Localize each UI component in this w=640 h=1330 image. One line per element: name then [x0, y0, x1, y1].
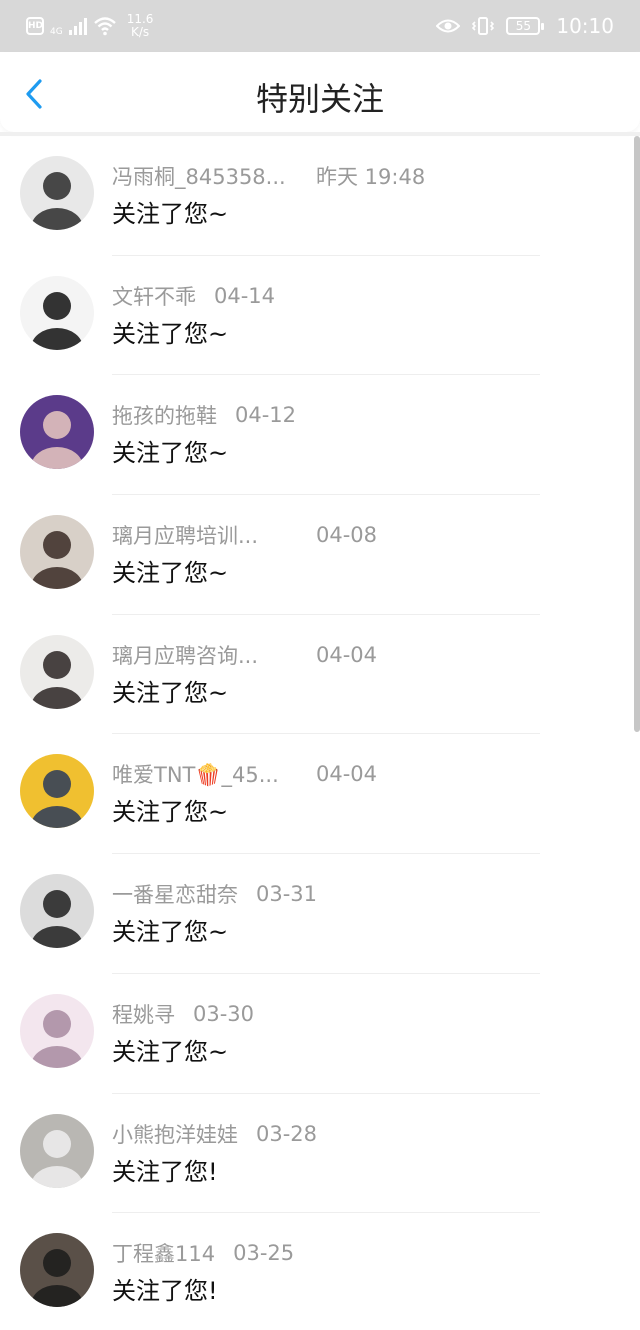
follow-message: 关注了您~ — [112, 678, 229, 707]
item-meta: 璃月应聘培训... 04-08 — [112, 521, 377, 549]
user-name[interactable]: 璃月应聘培训... — [112, 520, 298, 550]
item-meta: 璃月应聘咨询... 04-04 — [112, 641, 377, 669]
avatar[interactable] — [20, 275, 94, 350]
user-name[interactable]: 丁程鑫114 — [112, 1238, 215, 1268]
item-meta: 文轩不乖 04-14 — [112, 282, 275, 310]
status-left: HD 4G 11.6 K/s — [26, 13, 153, 39]
avatar[interactable] — [20, 634, 94, 709]
item-meta: 冯雨桐_845358... 昨天 19:48 — [112, 162, 425, 190]
list-item[interactable]: 一番星恋甜奈 03-31 关注了您~ — [0, 854, 640, 974]
avatar[interactable] — [20, 156, 94, 230]
timestamp: 04-08 — [316, 523, 378, 548]
item-meta: 拖孩的拖鞋 04-12 — [112, 401, 296, 429]
list-item[interactable]: 冯雨桐_845358... 昨天 19:48 关注了您~ — [0, 136, 640, 256]
user-name[interactable]: 唯爱TNT🍿_45... — [112, 759, 298, 789]
wifi-icon — [93, 17, 116, 36]
network-type: 4G — [50, 27, 63, 37]
net-speed-unit: K/s — [130, 25, 150, 39]
item-meta: 丁程鑫114 03-25 — [112, 1239, 294, 1267]
user-name[interactable]: 程姚寻 — [112, 999, 175, 1029]
user-name[interactable]: 文轩不乖 — [112, 281, 196, 311]
user-name[interactable]: 小熊抱洋娃娃 — [112, 1119, 238, 1149]
avatar[interactable] — [20, 1113, 94, 1188]
follow-message: 关注了您~ — [112, 918, 229, 947]
page-title: 特别关注 — [255, 80, 384, 118]
vibrate-icon — [472, 17, 495, 35]
list-item[interactable]: 丁程鑫114 03-25 关注了您! — [0, 1213, 640, 1330]
list-item[interactable]: 唯爱TNT🍿_45... 04-04 关注了您~ — [0, 734, 640, 855]
follow-message: 关注了您~ — [112, 200, 229, 228]
nav-header: 特别关注 — [0, 52, 640, 132]
screen: HD 4G 11.6 K/s 55 10:10 特别关注 冯雨桐_845358.… — [0, 0, 640, 1330]
status-bar: HD 4G 11.6 K/s 55 10:10 — [0, 0, 640, 52]
hd-icon: HD — [26, 17, 44, 35]
follow-message: 关注了您~ — [112, 319, 229, 348]
avatar[interactable] — [20, 874, 94, 949]
avatar[interactable] — [20, 515, 94, 590]
avatar[interactable] — [20, 1233, 94, 1308]
user-name[interactable]: 璃月应聘咨询... — [112, 640, 298, 670]
list-item[interactable]: 文轩不乖 04-14 关注了您~ — [0, 256, 640, 376]
timestamp: 04-04 — [316, 642, 378, 667]
timestamp: 03-28 — [256, 1121, 318, 1146]
eye-icon — [436, 19, 461, 33]
list-item[interactable]: 程姚寻 03-30 关注了您~ — [0, 974, 640, 1094]
follow-message: 关注了您! — [112, 1157, 218, 1186]
timestamp: 03-30 — [193, 1001, 255, 1026]
user-name[interactable]: 一番星恋甜奈 — [112, 879, 238, 909]
avatar[interactable] — [20, 754, 94, 829]
follow-message: 关注了您~ — [112, 439, 229, 468]
timestamp: 04-04 — [316, 762, 378, 787]
follow-message: 关注了您~ — [112, 559, 229, 588]
timestamp: 04-12 — [235, 403, 297, 428]
follow-message: 关注了您~ — [112, 1037, 229, 1066]
timestamp: 昨天 19:48 — [316, 165, 426, 189]
item-meta: 唯爱TNT🍿_45... 04-04 — [112, 760, 377, 788]
item-meta: 一番星恋甜奈 03-31 — [112, 880, 317, 908]
item-meta: 小熊抱洋娃娃 03-28 — [112, 1120, 317, 1148]
timestamp: 03-31 — [256, 882, 318, 907]
item-meta: 程姚寻 03-30 — [112, 1000, 254, 1028]
scrollbar[interactable] — [634, 136, 640, 732]
avatar[interactable] — [20, 395, 94, 470]
user-name[interactable]: 拖孩的拖鞋 — [112, 400, 217, 430]
user-name[interactable]: 冯雨桐_845358... — [112, 161, 298, 191]
signal-icon — [68, 17, 87, 35]
list-item[interactable]: 璃月应聘培训... 04-08 关注了您~ — [0, 495, 640, 615]
avatar[interactable] — [20, 993, 94, 1068]
timestamp: 03-25 — [233, 1241, 295, 1266]
follow-message: 关注了您! — [112, 1277, 218, 1306]
timestamp: 04-14 — [214, 283, 276, 308]
battery-icon: 55 — [506, 17, 545, 35]
list-item[interactable]: 拖孩的拖鞋 04-12 关注了您~ — [0, 375, 640, 496]
list-item[interactable]: 小熊抱洋娃娃 03-28 关注了您! — [0, 1094, 640, 1214]
follow-message: 关注了您~ — [112, 798, 229, 827]
follow-notification-list: 冯雨桐_845358... 昨天 19:48 关注了您~ 文轩不乖 04-14 关注了您~… — [0, 136, 640, 1330]
list-item[interactable]: 璃月应聘咨询... 04-04 关注了您~ — [0, 615, 640, 735]
net-speed: 11.6 K/s — [127, 13, 154, 39]
status-right: 55 10:10 — [436, 14, 614, 38]
clock: 10:10 — [556, 14, 614, 38]
